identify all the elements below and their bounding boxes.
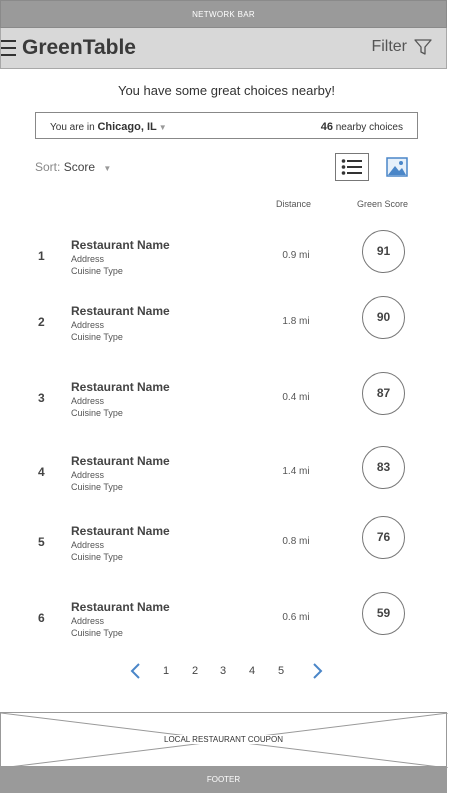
headline: You have some great choices nearby! (117, 83, 336, 98)
restaurant-cuisine: Cuisine Type (71, 628, 123, 638)
ad-label: LOCAL RESTAURANT COUPON (162, 735, 285, 744)
green-score-badge: 76 (362, 516, 405, 559)
coupon-ad-banner[interactable]: LOCAL RESTAURANT COUPON (0, 712, 448, 768)
restaurant-distance: 1.4 mi (282, 466, 310, 477)
restaurant-address: Address (71, 396, 105, 406)
network-bar: NETWORK BAR (0, 0, 447, 28)
chevron-left-icon[interactable] (130, 663, 141, 679)
list-view-button[interactable] (335, 153, 369, 181)
restaurant-cuisine: Cuisine Type (71, 408, 123, 418)
restaurant-distance: 0.4 mi (282, 392, 310, 403)
restaurant-cuisine: Cuisine Type (71, 332, 123, 342)
caret-down-icon: ▼ (103, 164, 112, 173)
restaurant-name: Restaurant Name (71, 304, 170, 318)
restaurant-row[interactable]: 2 Restaurant Name Address Cuisine Type 1… (0, 296, 453, 351)
restaurant-row[interactable]: 6 Restaurant Name Address Cuisine Type 0… (0, 592, 453, 647)
location-selector[interactable]: You are in Chicago, IL ▼ (50, 121, 167, 133)
sort-value: Score (63, 160, 96, 174)
restaurant-distance: 0.6 mi (282, 612, 310, 623)
restaurant-name: Restaurant Name (71, 600, 170, 614)
list-view-icon (341, 159, 362, 175)
page-link-1[interactable]: 1 (163, 665, 169, 677)
restaurant-address: Address (71, 320, 105, 330)
green-score-badge: 59 (362, 592, 405, 635)
green-score-badge: 83 (362, 446, 405, 489)
restaurant-address: Address (71, 540, 105, 550)
green-score-badge: 87 (362, 372, 405, 415)
page-link-2[interactable]: 2 (192, 665, 198, 677)
image-view-icon[interactable] (386, 157, 408, 177)
restaurant-row[interactable]: 3 Restaurant Name Address Cuisine Type 0… (0, 372, 453, 427)
restaurant-name: Restaurant Name (71, 454, 170, 468)
rank-number: 5 (38, 535, 45, 549)
rank-number: 4 (38, 465, 45, 479)
restaurant-row[interactable]: 4 Restaurant Name Address Cuisine Type 1… (0, 446, 453, 501)
restaurant-name: Restaurant Name (71, 238, 170, 252)
filter-label: Filter (371, 38, 407, 55)
column-header-green-score: Green Score (357, 199, 409, 209)
restaurant-address: Address (71, 616, 105, 626)
location-city: Chicago, IL (97, 121, 157, 133)
restaurant-cuisine: Cuisine Type (71, 552, 123, 562)
sort-dropdown[interactable]: Sort: Score ▼ (35, 160, 111, 174)
nearby-count-number: 46 (320, 121, 333, 133)
restaurant-row[interactable]: 1 Restaurant Name Address Cuisine Type 0… (0, 230, 453, 285)
restaurant-distance: 0.9 mi (282, 250, 310, 261)
restaurant-name: Restaurant Name (71, 524, 170, 538)
page-link-3[interactable]: 3 (220, 665, 226, 677)
rank-number: 1 (38, 249, 45, 263)
restaurant-cuisine: Cuisine Type (71, 482, 123, 492)
green-score-badge: 91 (362, 230, 405, 273)
restaurant-cuisine: Cuisine Type (71, 266, 123, 276)
restaurant-address: Address (71, 470, 105, 480)
hamburger-icon[interactable] (1, 40, 16, 57)
column-header-distance: Distance (276, 199, 312, 209)
rank-number: 6 (38, 611, 45, 625)
restaurant-row[interactable]: 5 Restaurant Name Address Cuisine Type 0… (0, 516, 453, 571)
pagination: 1 2 3 4 5 (126, 661, 326, 683)
page-link-4[interactable]: 4 (249, 665, 255, 677)
rank-number: 3 (38, 391, 45, 405)
caret-down-icon: ▼ (158, 123, 167, 132)
restaurant-name: Restaurant Name (71, 380, 170, 394)
footer: FOOTER (0, 767, 447, 793)
page-link-5[interactable]: 5 (278, 665, 284, 677)
nearby-count: 46 nearby choices (321, 121, 403, 133)
sort-label: Sort: (35, 160, 61, 174)
location-bar: You are in Chicago, IL ▼ 46 nearby choice… (35, 112, 418, 139)
restaurant-distance: 1.8 mi (282, 316, 310, 327)
app-title: GreenTable (22, 36, 136, 59)
funnel-icon (414, 39, 432, 55)
location-prefix: You are in (50, 122, 95, 133)
nearby-count-suffix: nearby choices (335, 122, 403, 133)
app-header: GreenTable Filter (0, 28, 447, 69)
green-score-badge: 90 (362, 296, 405, 339)
chevron-right-icon[interactable] (312, 663, 323, 679)
filter-button[interactable]: Filter (371, 38, 432, 56)
restaurant-address: Address (71, 254, 105, 264)
rank-number: 2 (38, 315, 45, 329)
restaurant-distance: 0.8 mi (282, 536, 310, 547)
